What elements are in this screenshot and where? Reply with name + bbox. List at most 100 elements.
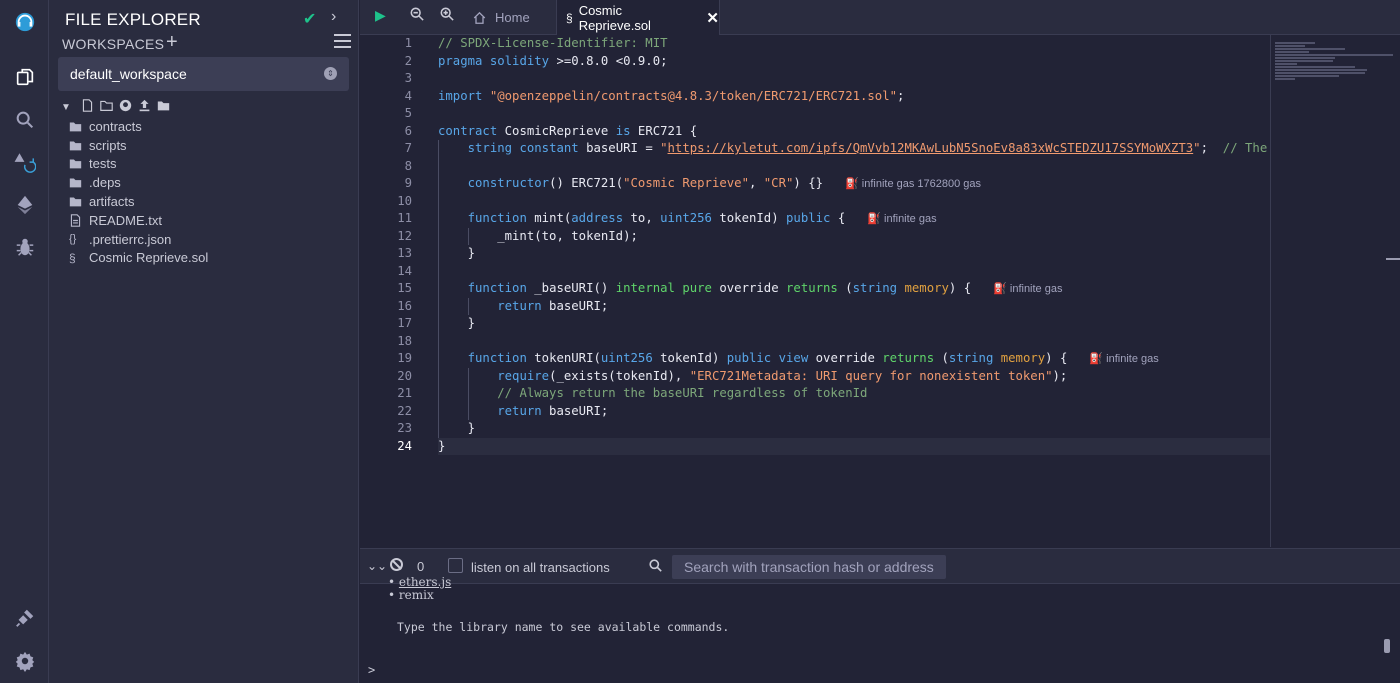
code-line[interactable]: string constant baseURI = "https://kylet… xyxy=(438,140,1270,158)
deploy-run-icon[interactable] xyxy=(0,185,49,225)
new-folder-icon[interactable] xyxy=(100,99,113,115)
code-line[interactable] xyxy=(438,70,1270,88)
zoom-in-icon[interactable] xyxy=(440,7,454,24)
code-line[interactable]: function mint(address to, uint256 tokenI… xyxy=(438,210,1270,228)
code-line[interactable]: return baseURI; xyxy=(438,297,1270,315)
code-line[interactable]: contract CosmicReprieve is ERC721 { xyxy=(438,123,1270,141)
list-item: • ethers.js xyxy=(388,575,452,589)
terminal-output[interactable]: • ethers.js • remix Type the library nam… xyxy=(360,575,1400,683)
code-line[interactable]: require(_exists(tokenId), "ERC721Metadat… xyxy=(438,367,1270,385)
terminal-prompt[interactable]: > xyxy=(368,663,375,677)
code-line[interactable] xyxy=(438,157,1270,175)
tab-home[interactable]: Home xyxy=(472,0,530,35)
code-line[interactable]: // Always return the baseURI regardless … xyxy=(438,385,1270,403)
workspace-menu-icon[interactable] xyxy=(334,34,351,49)
indent-guide xyxy=(438,210,439,228)
folder-icon xyxy=(69,176,89,189)
line-number: 15 xyxy=(397,281,412,295)
code-line[interactable] xyxy=(438,262,1270,280)
indent-guide xyxy=(438,297,439,315)
tree-item-label: .deps xyxy=(89,175,121,191)
clear-console-icon[interactable] xyxy=(390,558,403,571)
close-icon[interactable]: ✕ xyxy=(706,9,719,27)
code-line[interactable]: } xyxy=(438,437,1270,455)
collapse-caret-icon[interactable]: ▼ xyxy=(61,102,71,113)
code-line[interactable]: _mint(to, tokenId); xyxy=(438,227,1270,245)
file-tree: contracts scripts tests .deps artifacts … xyxy=(69,117,208,267)
tree-folder-deps[interactable]: .deps xyxy=(69,173,208,192)
code-line[interactable] xyxy=(438,332,1270,350)
indent-guide xyxy=(438,192,439,210)
code-line[interactable]: } xyxy=(438,245,1270,263)
select-caret-icon: ⇕ xyxy=(324,67,337,80)
tab-home-label: Home xyxy=(495,10,530,25)
code-line[interactable]: pragma solidity >=0.8.0 <0.9.0; xyxy=(438,53,1270,71)
search-icon[interactable] xyxy=(0,100,49,140)
indent-guide xyxy=(438,367,439,385)
transaction-search-input[interactable] xyxy=(672,555,946,579)
line-number: 8 xyxy=(404,158,412,173)
code-line[interactable]: } xyxy=(438,420,1270,438)
upload-folder-icon[interactable] xyxy=(157,99,170,115)
terminal-scrollbar[interactable] xyxy=(1384,639,1390,653)
code-line[interactable]: } xyxy=(438,315,1270,333)
library-name: remix xyxy=(398,588,434,602)
code-line[interactable] xyxy=(438,105,1270,123)
line-number: 20 xyxy=(397,368,412,383)
github-icon[interactable] xyxy=(119,99,132,115)
code-line[interactable]: constructor() ERC721("Cosmic Reprieve", … xyxy=(438,175,1270,193)
remix-logo-icon[interactable] xyxy=(0,2,49,42)
indent-guide xyxy=(467,297,469,315)
tree-file-cosmic-reprieve[interactable]: § Cosmic Reprieve.sol xyxy=(69,249,208,268)
help-text: Type the library name to see available c… xyxy=(397,620,730,634)
line-number: 6 xyxy=(404,123,412,138)
settings-icon[interactable] xyxy=(0,641,49,681)
run-icon[interactable]: ▶ xyxy=(375,7,386,24)
minimap[interactable] xyxy=(1270,35,1400,547)
listen-checkbox[interactable] xyxy=(448,558,463,573)
tree-folder-tests[interactable]: tests xyxy=(69,155,208,174)
file-explorer-icon[interactable] xyxy=(0,57,49,97)
solidity-compiler-icon[interactable] xyxy=(0,143,49,183)
tab-cosmic-reprieve[interactable]: § Cosmic Reprieve.sol ✕ xyxy=(556,0,720,35)
line-number: 3 xyxy=(404,71,412,85)
home-icon xyxy=(473,11,486,24)
tree-item-label: artifacts xyxy=(89,194,135,210)
plugin-manager-icon[interactable] xyxy=(0,598,49,638)
folder-icon xyxy=(69,120,89,133)
json-icon: {} xyxy=(69,233,77,246)
editor-scrollbar[interactable] xyxy=(1386,258,1400,260)
tree-item-label: .prettierrc.json xyxy=(89,231,172,247)
new-file-icon[interactable] xyxy=(81,99,94,115)
tree-item-label: README.txt xyxy=(89,212,162,228)
code-line[interactable]: return baseURI; xyxy=(438,402,1270,420)
tree-file-readme[interactable]: README.txt xyxy=(69,211,208,230)
indent-guide xyxy=(438,420,439,438)
tree-item-label: scripts xyxy=(89,137,127,153)
upload-icon[interactable] xyxy=(138,99,151,115)
tree-folder-scripts[interactable]: scripts xyxy=(69,136,208,155)
code-line[interactable]: function tokenURI(uint256 tokenId) publi… xyxy=(438,350,1270,368)
tree-folder-contracts[interactable]: contracts xyxy=(69,117,208,136)
workspace-select[interactable]: default_workspace ⇕ xyxy=(58,57,349,91)
debugger-icon[interactable] xyxy=(0,227,49,267)
tree-toolbar: ▼ xyxy=(61,99,170,115)
zoom-out-icon[interactable] xyxy=(410,7,424,24)
tree-file-prettierrc[interactable]: {} .prettierrc.json xyxy=(69,230,208,249)
code-line[interactable]: function _baseURI() internal pure overri… xyxy=(438,280,1270,298)
folder-icon xyxy=(69,139,89,152)
code-line[interactable]: // SPDX-License-Identifier: MIT xyxy=(438,35,1270,53)
code-editor[interactable]: 1 2 3 4 5 6 7 8 9 10 11 12 13 14 15 16 17 18 19 20 21 22 23 24 … xyxy=(360,35,1270,547)
code-line[interactable]: import "@openzeppelin/contracts@4.8.3/to… xyxy=(438,88,1270,106)
add-workspace-icon[interactable]: + xyxy=(166,31,178,54)
editor-tabs-bar: ▶ Home § Cosmic Reprieve.sol ✕ xyxy=(360,0,1400,35)
tree-item-label: tests xyxy=(89,156,117,172)
line-number: 1 xyxy=(404,36,412,50)
code-area[interactable]: // SPDX-License-Identifier: MIT pragma so… xyxy=(438,35,1270,455)
line-number: 10 xyxy=(397,193,412,208)
code-line[interactable] xyxy=(438,192,1270,210)
library-link[interactable]: ethers.js xyxy=(399,575,451,589)
collapse-terminal-icon[interactable]: ⌄⌄ xyxy=(367,559,387,573)
chevron-right-icon[interactable]: › xyxy=(331,8,336,26)
tree-folder-artifacts[interactable]: artifacts xyxy=(69,192,208,211)
